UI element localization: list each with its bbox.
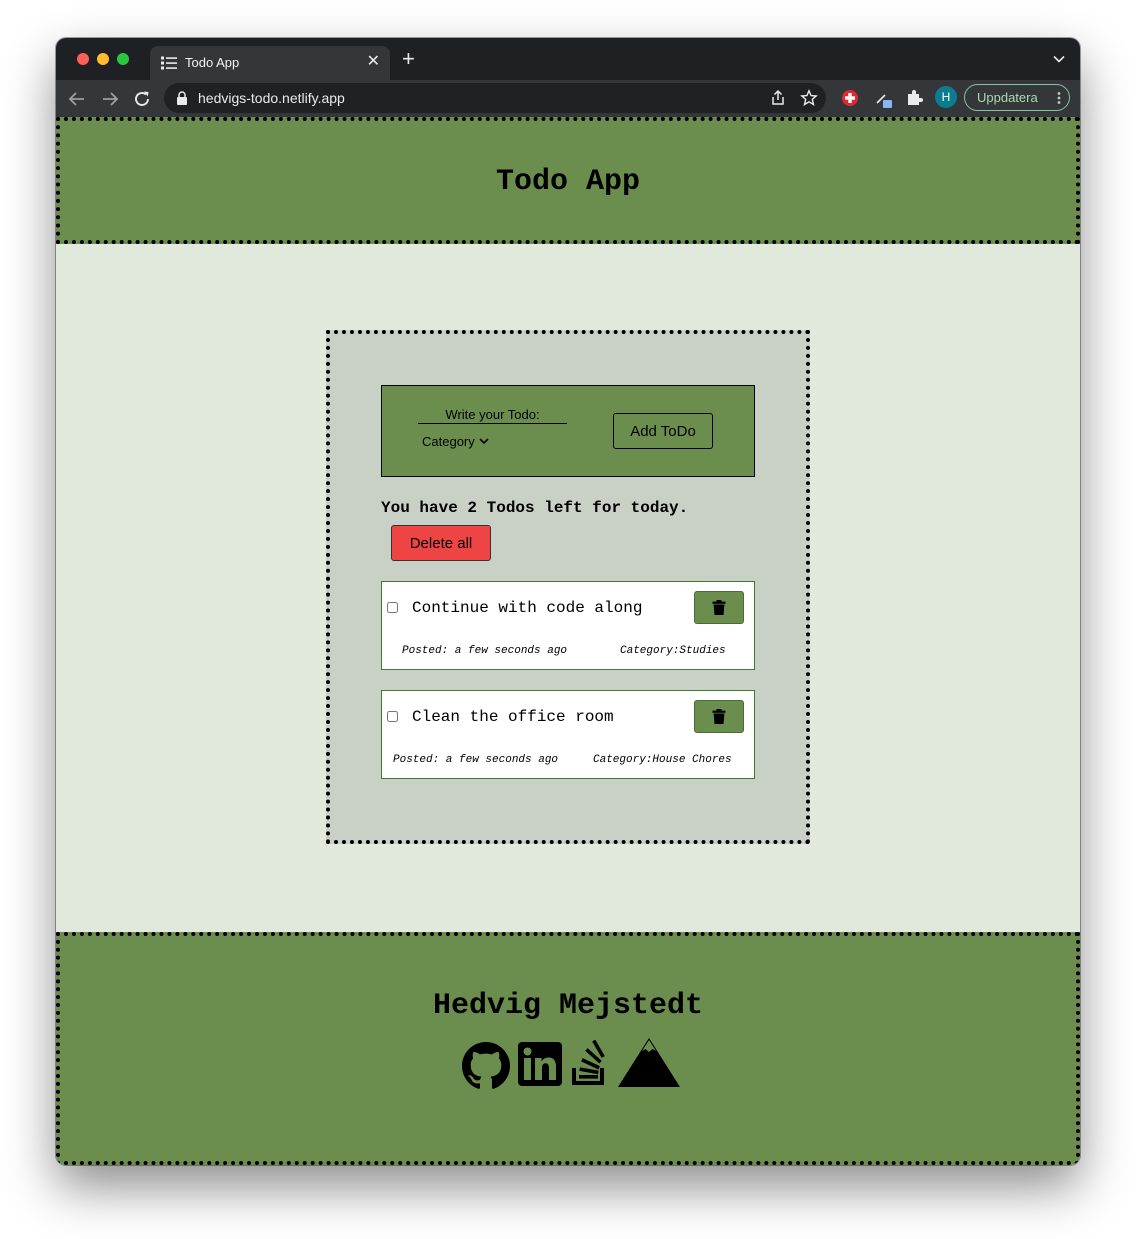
portfolio-mountain-icon[interactable] [618, 1038, 680, 1088]
category-label: Category [422, 434, 475, 449]
todo-form: Category Add ToDo [381, 385, 755, 477]
browser-toolbar: hedvigs-todo.netlify.app H Uppdatera [56, 80, 1080, 117]
maximize-window-button[interactable] [117, 53, 129, 65]
author-name: Hedvig Mejstedt [432, 989, 704, 1023]
stackoverflow-icon[interactable] [570, 1040, 610, 1086]
browser-window: Todo App ✕ + hedvigs-todo.netlify.app H … [56, 38, 1080, 1165]
tab-search-chevron-icon[interactable] [1052, 52, 1066, 66]
new-tab-icon[interactable]: + [402, 48, 415, 70]
todo-input[interactable] [418, 406, 567, 424]
todo-posted-time: Posted: a few seconds ago [402, 645, 568, 657]
forward-arrow-icon[interactable] [99, 88, 121, 110]
more-menu-icon [1057, 92, 1061, 104]
todo-item: Clean the office room Posted: a few seco… [381, 690, 755, 779]
lock-icon [177, 91, 187, 105]
tab-close-icon[interactable]: ✕ [367, 53, 380, 71]
site-footer: Hedvig Mejstedt [56, 932, 1080, 1165]
todo-checkbox[interactable] [387, 602, 398, 613]
todo-category: Category:House Chores [593, 754, 732, 766]
delete-all-button[interactable]: Delete all [391, 525, 491, 561]
add-todo-button[interactable]: Add ToDo [613, 413, 713, 449]
todo-text: Continue with code along [412, 599, 643, 617]
todo-item: Continue with code along Posted: a few s… [381, 581, 755, 670]
close-window-button[interactable] [77, 53, 89, 65]
red-cross-extension-icon[interactable] [840, 88, 860, 108]
page-viewport: Todo App Category Add ToDo You have 2 To… [56, 117, 1080, 1165]
minimize-window-button[interactable] [97, 53, 109, 65]
share-icon[interactable] [769, 89, 787, 107]
update-label: Uppdatera [977, 90, 1038, 105]
browser-tab[interactable]: Todo App ✕ [150, 46, 390, 80]
category-select[interactable]: Category [422, 434, 489, 449]
todo-posted-time: Posted: a few seconds ago [393, 754, 559, 766]
delete-todo-button[interactable] [694, 700, 744, 733]
bookmark-star-icon[interactable] [800, 89, 818, 107]
linkedin-icon[interactable] [518, 1042, 562, 1086]
browser-titlebar: Todo App ✕ + [56, 38, 1080, 80]
todo-text: Clean the office room [412, 708, 614, 726]
url-text: hedvigs-todo.netlify.app [198, 90, 345, 106]
back-arrow-icon[interactable] [66, 88, 88, 110]
eyedropper-extension-icon[interactable] [873, 88, 893, 108]
github-icon[interactable] [460, 1040, 512, 1092]
address-bar[interactable]: hedvigs-todo.netlify.app [164, 83, 826, 113]
trash-icon [712, 709, 726, 724]
page-title: Todo App [495, 165, 641, 199]
chevron-down-icon [479, 438, 489, 445]
profile-avatar[interactable]: H [935, 86, 957, 108]
trash-icon [712, 600, 726, 615]
todo-checkbox[interactable] [387, 711, 398, 722]
reload-icon[interactable] [131, 88, 153, 110]
tab-title: Todo App [185, 55, 240, 70]
list-icon [161, 56, 177, 70]
extensions-puzzle-icon[interactable] [904, 88, 924, 108]
todos-left-text: You have 2 Todos left for today. [381, 499, 689, 517]
todo-card: Category Add ToDo You have 2 Todos left … [326, 330, 810, 844]
delete-todo-button[interactable] [694, 591, 744, 624]
update-browser-button[interactable]: Uppdatera [964, 84, 1070, 111]
site-header: Todo App [56, 117, 1080, 244]
todo-category: Category:Studies [620, 645, 726, 657]
